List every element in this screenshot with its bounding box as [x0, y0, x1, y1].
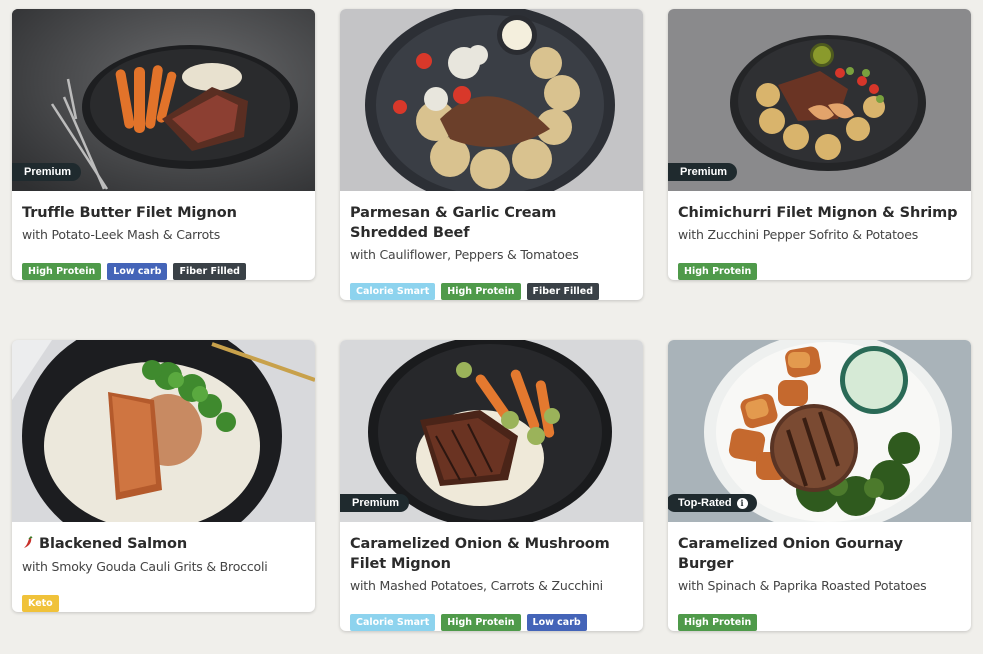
tag-calorie-smart: Calorie Smart [350, 283, 436, 300]
tag-list: Calorie Smart High Protein Fiber Filled [350, 283, 633, 300]
tag-fiber-filled: Fiber Filled [526, 283, 599, 300]
recipe-grid: Premium Truffle Butter Filet Mignon with… [0, 0, 983, 654]
recipe-card[interactable]: Premium Chimichurri Filet Mignon & Shrim… [668, 9, 971, 280]
recipe-title[interactable]: Caramelized Onion Gournay Burger [678, 534, 961, 574]
recipe-subtitle: with Spinach & Paprika Roasted Potatoes [678, 578, 927, 593]
chili-pepper-icon [22, 535, 34, 555]
tag-list: High Protein [678, 263, 961, 280]
recipe-subtitle: with Smoky Gouda Cauli Grits & Broccoli [22, 559, 268, 574]
recipe-title[interactable]: Chimichurri Filet Mignon & Shrimp [678, 203, 961, 223]
tag-high-protein: High Protein [441, 283, 521, 300]
recipe-image: Premium [668, 9, 971, 191]
recipe-card[interactable]: Blackened Salmon with Smoky Gouda Cauli … [12, 340, 315, 612]
recipe-card[interactable]: Premium Truffle Butter Filet Mignon with… [12, 9, 315, 280]
recipe-image: Top-Rated i [668, 340, 971, 522]
recipe-title[interactable]: Blackened Salmon [22, 534, 305, 555]
premium-badge: Premium [668, 163, 738, 181]
recipe-image: Premium [12, 9, 315, 191]
recipe-image [12, 340, 315, 522]
tag-calorie-smart: Calorie Smart [350, 614, 436, 631]
recipe-subtitle: with Potato-Leek Mash & Carrots [22, 227, 221, 242]
recipe-subtitle: with Mashed Potatoes, Carrots & Zucchini [350, 578, 603, 593]
tag-high-protein: High Protein [678, 263, 758, 280]
recipe-title[interactable]: Caramelized Onion & Mushroom Filet Migno… [350, 534, 633, 574]
recipe-title[interactable]: Truffle Butter Filet Mignon [22, 203, 305, 223]
tag-high-protein: High Protein [678, 614, 758, 631]
tag-list: Keto [22, 595, 305, 612]
premium-badge: Premium [12, 163, 82, 181]
info-icon[interactable]: i [736, 497, 748, 509]
recipe-subtitle: with Cauliflower, Peppers & Tomatoes [350, 247, 579, 262]
recipe-subtitle: with Zucchini Pepper Sofrito & Potatoes [678, 227, 919, 242]
tag-low-carb: Low carb [107, 263, 168, 280]
tag-list: High Protein [678, 614, 961, 631]
recipe-card[interactable]: Parmesan & Garlic Cream Shredded Beef wi… [340, 9, 643, 300]
tag-high-protein: High Protein [22, 263, 102, 280]
tag-keto: Keto [22, 595, 59, 612]
tag-low-carb: Low carb [526, 614, 587, 631]
tag-list: High Protein Low carb Fiber Filled [22, 263, 305, 280]
top-rated-badge[interactable]: Top-Rated i [668, 494, 757, 512]
recipe-title[interactable]: Parmesan & Garlic Cream Shredded Beef [350, 203, 633, 243]
recipe-card[interactable]: Premium Caramelized Onion & Mushroom Fil… [340, 340, 643, 631]
recipe-image: Premium [340, 340, 643, 522]
premium-badge: Premium [340, 494, 410, 512]
tag-list: Calorie Smart High Protein Low carb [350, 614, 633, 631]
tag-fiber-filled: Fiber Filled [173, 263, 246, 280]
recipe-image [340, 9, 643, 191]
recipe-card[interactable]: Top-Rated i Caramelized Onion Gournay Bur… [668, 340, 971, 631]
tag-high-protein: High Protein [441, 614, 521, 631]
